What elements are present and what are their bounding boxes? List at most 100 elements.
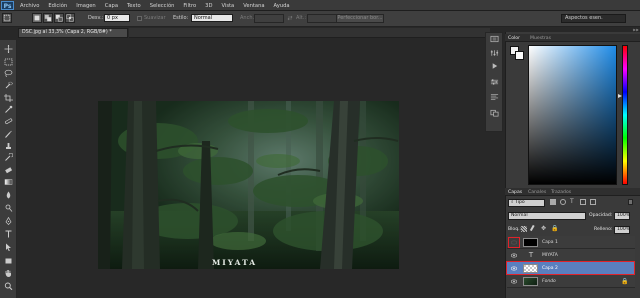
workspace-select[interactable]: Aspectos esen. [561, 14, 626, 23]
menu-vista[interactable]: Vista [221, 3, 234, 9]
filter-shape-icon[interactable] [580, 199, 586, 205]
layer-visibility-eye-icon[interactable] [511, 279, 517, 284]
layer-row-fondo[interactable]: Fondo 🔒 [507, 275, 635, 288]
eraser-tool-icon[interactable] [2, 165, 14, 174]
collapse-panels-icon[interactable] [632, 28, 640, 32]
selected-layer-highlight-box [506, 261, 635, 275]
filter-type-icon[interactable]: T [570, 199, 576, 205]
clone-stamp-tool-icon[interactable] [2, 141, 14, 150]
hand-tool-icon[interactable] [2, 268, 14, 277]
document-canvas[interactable] [98, 101, 399, 269]
filter-toggle-button[interactable] [628, 199, 633, 205]
adjustments-icon[interactable] [488, 77, 500, 87]
pen-tool-icon[interactable] [2, 216, 14, 225]
opacity-label: Opacidad: [589, 213, 613, 218]
lock-transparency-icon[interactable] [521, 226, 527, 232]
lock-all-icon[interactable]: 🔒 [551, 226, 558, 232]
layer-name: MIYATA [542, 253, 558, 258]
new-selection-icon[interactable] [32, 13, 42, 23]
dodge-tool-icon[interactable] [2, 203, 14, 212]
gradient-tool-icon[interactable] [2, 177, 14, 186]
clone-source-icon[interactable] [488, 108, 500, 118]
menu-edicion[interactable]: Edición [48, 3, 67, 9]
intersect-selection-icon[interactable] [65, 13, 75, 23]
layers-panel-tabs [505, 188, 640, 196]
height-label: Alt.: [296, 15, 307, 21]
zoom-tool-icon[interactable] [2, 281, 14, 290]
healing-brush-tool-icon[interactable] [2, 116, 14, 125]
actions-icon[interactable] [488, 61, 500, 71]
layer-row-capa-1[interactable]: Capa 1 [507, 236, 635, 249]
lock-paint-icon[interactable] [529, 224, 539, 234]
menu-filtro[interactable]: Filtro [183, 3, 196, 9]
filter-smart-object-icon[interactable] [590, 199, 596, 205]
lock-position-icon[interactable]: ✥ [541, 226, 547, 232]
add-selection-icon[interactable] [43, 13, 53, 23]
style-label: Estilo: [173, 15, 189, 21]
marquee-tool-icon[interactable] [2, 57, 14, 66]
crop-tool-icon[interactable] [2, 93, 14, 102]
menu-capa[interactable]: Capa [105, 3, 118, 9]
layer-thumbnail [523, 277, 538, 286]
menu-archivo[interactable]: Archivo [20, 3, 39, 9]
layer-visibility-eye-icon[interactable] [511, 253, 517, 258]
text-layer-icon: T [528, 251, 534, 259]
filter-pixel-icon[interactable] [550, 199, 556, 205]
layer-visibility-eye-icon[interactable] [511, 240, 517, 245]
tab-swatches[interactable]: Muestras [530, 36, 551, 41]
brush-tool-icon[interactable] [2, 129, 14, 138]
lock-label: Bloq.: [508, 227, 522, 232]
menu-imagen[interactable]: Imagen [76, 3, 96, 9]
properties-icon[interactable] [488, 48, 500, 58]
paragraph-icon[interactable] [488, 92, 500, 102]
menu-ventana[interactable]: Ventana [243, 3, 264, 9]
history-brush-tool-icon[interactable] [2, 152, 14, 161]
blend-mode-select[interactable]: Normal [508, 212, 586, 220]
history-icon[interactable] [488, 34, 500, 44]
tab-paths[interactable]: Trazados [551, 190, 571, 195]
height-input[interactable] [307, 14, 337, 23]
menu-texto[interactable]: Texto [127, 3, 141, 9]
background-color-swatch[interactable] [515, 51, 524, 60]
layer-name: Capa 1 [542, 240, 558, 245]
refine-edge-button[interactable]: Perfeccionar bor... [336, 14, 384, 23]
tab-color[interactable]: Color [508, 36, 520, 41]
color-panel-tabs [505, 34, 640, 42]
shape-tool-icon[interactable] [2, 256, 14, 265]
document-tab[interactable]: DSC.jpg al 33,3% (Capa 2, RGB/8#) * [18, 28, 128, 38]
lasso-tool-icon[interactable] [2, 68, 14, 77]
filter-adjustment-icon[interactable] [560, 199, 566, 205]
move-tool-icon[interactable] [2, 44, 14, 53]
menu-seleccion[interactable]: Selección [150, 3, 175, 9]
layer-filter-value: Tipo [515, 200, 525, 205]
photoshop-logo: Ps [1, 1, 14, 10]
workspace-select-value: Aspectos esen. [565, 15, 603, 21]
type-tool-icon[interactable] [2, 229, 14, 238]
lock-icon: 🔒 [621, 278, 629, 285]
hue-slider[interactable] [622, 45, 628, 185]
marquee-preset-icon[interactable] [2, 13, 12, 23]
width-input[interactable] [254, 14, 284, 23]
hue-slider-handle-icon[interactable] [618, 94, 622, 98]
color-picker-field[interactable] [528, 45, 617, 185]
swap-dimensions-icon[interactable] [287, 15, 293, 21]
opacity-input[interactable]: 100% [614, 212, 630, 220]
search-icon: ⌕ [511, 200, 514, 205]
tab-layers[interactable]: Capas [508, 190, 522, 195]
layer-filter-icons: T [550, 199, 596, 205]
subtract-selection-icon[interactable] [54, 13, 64, 23]
blur-tool-icon[interactable] [2, 190, 14, 199]
tab-channels[interactable]: Canales [528, 190, 546, 195]
eyedropper-tool-icon[interactable] [2, 104, 14, 113]
feather-input[interactable]: 0 px [104, 14, 130, 22]
quick-selection-tool-icon[interactable] [2, 80, 14, 89]
fill-input[interactable]: 100% [614, 226, 630, 234]
menu-ayuda[interactable]: Ayuda [274, 3, 290, 9]
path-selection-tool-icon[interactable] [2, 242, 14, 251]
menu-3d[interactable]: 3D [205, 3, 212, 9]
layer-filter-select[interactable]: ⌕ Tipo [508, 199, 545, 207]
menu-items: Archivo Edición Imagen Capa Texto Selecc… [20, 0, 299, 11]
antialias-checkbox[interactable] [137, 16, 142, 21]
style-select[interactable]: Normal [191, 14, 233, 22]
watermark-text: MIYATA [212, 258, 258, 267]
